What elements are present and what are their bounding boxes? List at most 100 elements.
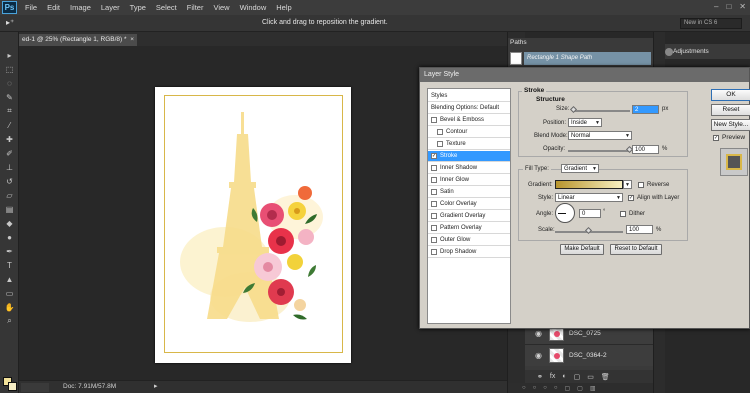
angle-dial[interactable] — [555, 203, 575, 223]
trash-icon[interactable]: 🗑 — [601, 373, 610, 381]
new-style-button[interactable]: New Style... — [711, 119, 750, 131]
circle-icon[interactable]: ○ — [522, 385, 526, 391]
clone-stamp-tool-icon[interactable]: ⊥ — [3, 162, 16, 172]
menu-file[interactable]: File — [20, 3, 42, 12]
styles-header[interactable]: Styles — [428, 91, 510, 102]
reverse-checkbox[interactable] — [638, 182, 644, 188]
style-checkbox[interactable] — [431, 177, 437, 183]
workspace-select[interactable]: New in CS 6 — [680, 18, 742, 29]
square-icon[interactable]: ▢ — [565, 385, 571, 392]
menu-filter[interactable]: Filter — [182, 3, 209, 12]
eyedropper-tool-icon[interactable]: ⁄ — [3, 120, 16, 130]
background-color-swatch[interactable] — [8, 382, 17, 391]
style-item-texture[interactable]: Texture — [428, 139, 510, 150]
shape-tool-icon[interactable]: ▭ — [3, 288, 16, 298]
style-checkbox[interactable] — [431, 249, 437, 255]
style-item-bevel-emboss[interactable]: Bevel & Emboss — [428, 115, 510, 126]
style-checkbox[interactable] — [431, 213, 437, 219]
angle-input[interactable]: 0 — [579, 209, 601, 218]
square-icon[interactable]: ▢ — [577, 385, 583, 392]
path-row[interactable]: Rectangle 1 Shape Path — [524, 52, 651, 65]
lasso-tool-icon[interactable]: ◌ — [3, 78, 16, 88]
style-item-drop-shadow[interactable]: Drop Shadow — [428, 247, 510, 258]
style-checkbox[interactable] — [431, 165, 437, 171]
healing-brush-tool-icon[interactable]: ✚ — [3, 134, 16, 144]
marquee-tool-icon[interactable]: ⬚ — [3, 64, 16, 74]
group-icon[interactable]: ▢ — [574, 373, 581, 381]
circle-icon[interactable]: ○ — [533, 385, 537, 391]
size-slider[interactable] — [572, 110, 630, 112]
status-menu-icon[interactable]: ▸ — [154, 382, 158, 390]
eraser-tool-icon[interactable]: ▱ — [3, 190, 16, 200]
opacity-input[interactable]: 100 — [632, 145, 659, 154]
preview-checkbox[interactable]: ✓ — [713, 135, 719, 141]
close-icon[interactable]: × — [130, 34, 134, 46]
reset-button[interactable]: Reset — [711, 104, 750, 116]
style-item-inner-glow[interactable]: Inner Glow — [428, 175, 510, 186]
ok-button[interactable]: OK — [711, 89, 750, 101]
quick-select-tool-icon[interactable]: ✎ — [3, 92, 16, 102]
style-checkbox[interactable] — [437, 141, 443, 147]
menu-type[interactable]: Type — [125, 3, 151, 12]
align-with-layer-checkbox[interactable]: ✓ — [628, 195, 634, 201]
adjustments-panel-header[interactable]: Adjustments — [665, 44, 750, 59]
layer-row[interactable]: ◉ DSC_0364-2 — [525, 344, 653, 366]
dither-checkbox[interactable] — [620, 211, 626, 217]
style-checkbox[interactable] — [431, 189, 437, 195]
trash-icon[interactable]: ▥ — [590, 385, 596, 392]
style-checkbox[interactable] — [431, 117, 437, 123]
menu-view[interactable]: View — [208, 3, 234, 12]
zoom-tool-icon[interactable]: ⌕ — [3, 316, 16, 326]
fill-type-select[interactable]: Gradient ▼ — [561, 164, 599, 173]
mask-icon[interactable]: ◐ — [562, 373, 566, 380]
style-item-gradient-overlay[interactable]: Gradient Overlay — [428, 211, 510, 222]
menu-select[interactable]: Select — [151, 3, 182, 12]
hand-tool-icon[interactable]: ✋ — [3, 302, 16, 312]
opacity-slider[interactable] — [568, 150, 630, 152]
brush-tool-icon[interactable]: ✐ — [3, 148, 16, 158]
style-item-satin[interactable]: Satin — [428, 187, 510, 198]
blur-tool-icon[interactable]: ◆ — [3, 218, 16, 228]
type-tool-icon[interactable]: T — [3, 260, 16, 270]
document-tab[interactable]: ed-1 @ 25% (Rectangle 1, RGB/8) * × — [19, 34, 137, 46]
maximize-button[interactable]: □ — [726, 2, 731, 11]
style-item-inner-shadow[interactable]: Inner Shadow — [428, 163, 510, 174]
zoom-field[interactable] — [21, 383, 49, 392]
path-select-tool-icon[interactable]: ▲ — [3, 274, 16, 284]
style-checkbox[interactable] — [431, 237, 437, 243]
reset-to-default-button[interactable]: Reset to Default — [610, 244, 662, 255]
circle-icon[interactable]: ○ — [554, 385, 558, 391]
eye-icon[interactable]: ◉ — [535, 329, 545, 338]
menu-help[interactable]: Help — [271, 3, 296, 12]
style-checkbox[interactable] — [431, 201, 437, 207]
blending-options-item[interactable]: Blending Options: Default — [428, 103, 510, 114]
eye-icon[interactable]: ◉ — [535, 351, 545, 360]
style-item-outer-glow[interactable]: Outer Glow — [428, 235, 510, 246]
dodge-tool-icon[interactable]: ● — [3, 232, 16, 242]
move-tool-icon[interactable]: ▸ — [3, 50, 16, 60]
style-checkbox[interactable] — [437, 129, 443, 135]
tab-paths[interactable]: Paths — [510, 39, 527, 46]
style-checkbox[interactable] — [431, 225, 437, 231]
menu-edit[interactable]: Edit — [42, 3, 65, 12]
scale-input[interactable]: 100 — [626, 225, 653, 234]
make-default-button[interactable]: Make Default — [560, 244, 604, 255]
move-arrow-icon[interactable]: ▸⁺ — [6, 18, 28, 29]
gradient-tool-icon[interactable]: ▤ — [3, 204, 16, 214]
style-item-pattern-overlay[interactable]: Pattern Overlay — [428, 223, 510, 234]
link-layers-icon[interactable]: ⚭ — [537, 373, 543, 381]
style-item-contour[interactable]: Contour — [428, 127, 510, 138]
fx-icon[interactable]: fx — [550, 373, 555, 380]
circle-icon[interactable]: ○ — [543, 385, 547, 391]
style-checkbox[interactable]: ✓ — [431, 153, 437, 159]
size-input[interactable]: 2 — [632, 105, 659, 114]
style-item-color-overlay[interactable]: Color Overlay — [428, 199, 510, 210]
menu-image[interactable]: Image — [65, 3, 96, 12]
minimize-button[interactable]: – — [714, 2, 718, 11]
crop-tool-icon[interactable]: ⌗ — [3, 106, 16, 116]
close-button[interactable]: ✕ — [739, 2, 746, 11]
position-select[interactable]: Inside ▼ — [568, 118, 602, 127]
menu-layer[interactable]: Layer — [96, 3, 125, 12]
gradient-swatch[interactable] — [555, 180, 623, 189]
blend-mode-select[interactable]: Normal ▼ — [568, 131, 632, 140]
